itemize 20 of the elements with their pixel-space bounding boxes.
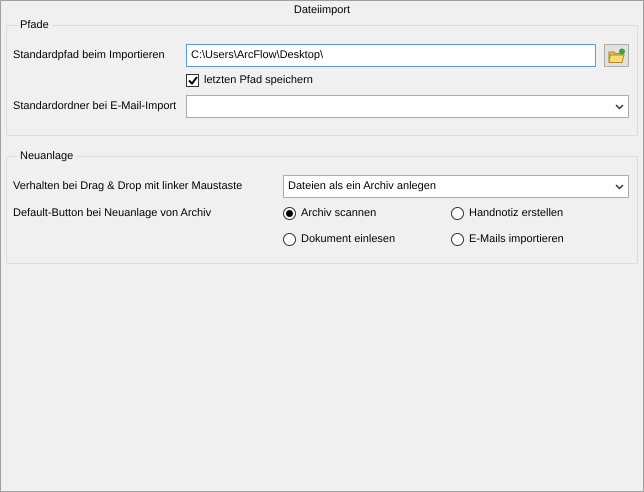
folder-icon	[608, 48, 626, 64]
chevron-down-icon	[615, 104, 624, 110]
browse-button[interactable]	[604, 44, 629, 67]
field-label: Standardpfad beim Importieren	[13, 48, 166, 62]
behavior-dropdown[interactable]: Dateien als ein Archiv anlegen	[283, 175, 629, 198]
radio-option[interactable]: E-Mails importieren	[451, 233, 621, 246]
radio-option[interactable]: Archiv scannen	[283, 207, 451, 220]
group-title: Pfade	[17, 20, 52, 31]
checkmark-icon	[188, 76, 198, 86]
field-label: Default-Button bei Neuanlage von Archiv	[13, 207, 212, 221]
group-title: Neuanlage	[17, 151, 76, 162]
radio-option[interactable]: Handnotiz erstellen	[451, 207, 621, 220]
field-label: Verhalten bei Drag & Drop mit linker Maustaste	[13, 180, 244, 194]
remember-checkbox[interactable]: letzten Pfad speichern	[186, 74, 313, 88]
chevron-down-icon	[615, 184, 624, 190]
path-field[interactable]: C:\Users\ArcFlow\Desktop\	[186, 44, 596, 67]
field-label: Standardordner bei E-Mail-Import	[13, 100, 178, 114]
folder-dropdown[interactable]	[186, 95, 629, 118]
window-title: Dateiimport	[292, 3, 352, 17]
radio-option[interactable]: Dokument einlesen	[283, 233, 451, 246]
